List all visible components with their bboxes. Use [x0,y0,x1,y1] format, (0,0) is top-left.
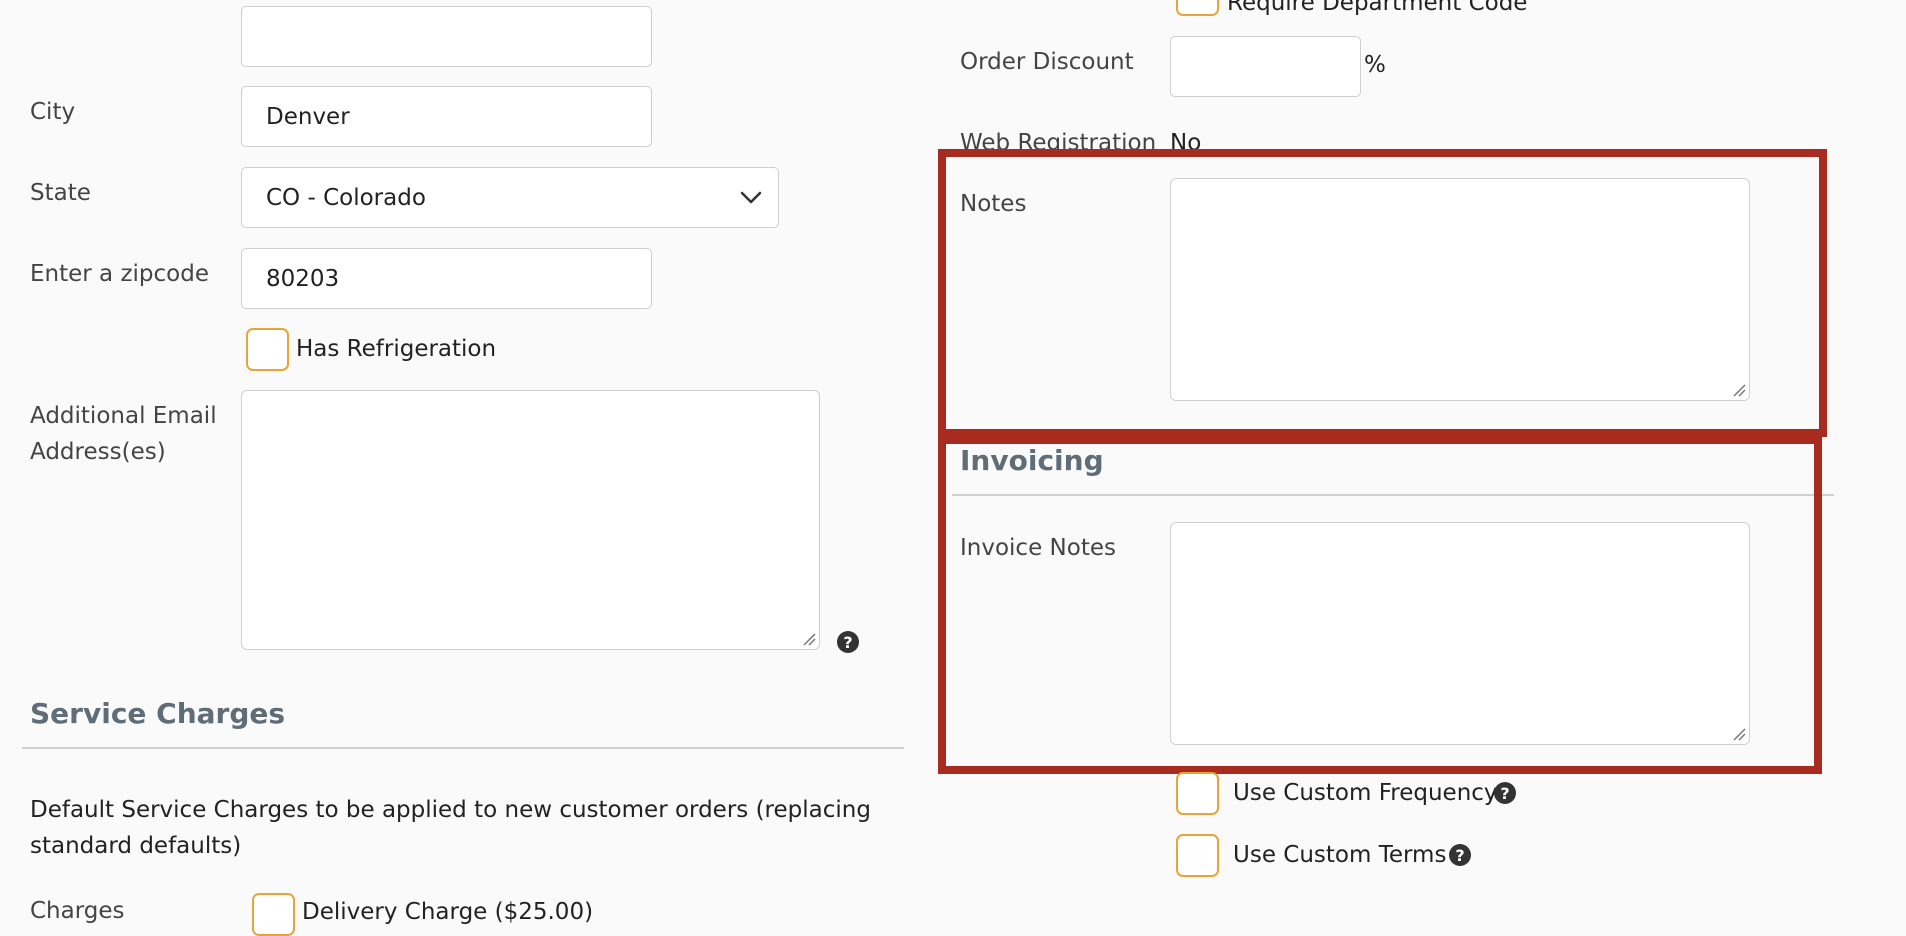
use-custom-terms-label: Use Custom Terms [1233,842,1447,868]
order-discount-label: Order Discount [960,49,1134,75]
address-line-2-input[interactable] [241,6,652,67]
order-discount-unit: % [1364,52,1386,78]
state-select[interactable]: CO - Colorado [241,167,779,228]
resize-handle-icon[interactable] [802,632,816,646]
chevron-down-icon [740,191,762,205]
delivery-charge-checkbox[interactable] [252,893,295,936]
question-circle-icon[interactable]: ? [837,631,859,653]
zipcode-input[interactable]: 80203 [241,248,652,309]
city-input[interactable]: Denver [241,86,652,147]
additional-email-label-line1: Additional Email [30,403,217,429]
service-charges-description-line1: Default Service Charges to be applied to… [30,797,871,823]
use-custom-frequency-label: Use Custom Frequency [1233,780,1498,806]
invoicing-highlight-box [938,436,1822,774]
charges-label: Charges [30,898,125,924]
additional-email-label: Additional Email Address(es) [30,398,217,470]
require-department-code-checkbox[interactable] [1176,0,1219,16]
service-charges-heading: Service Charges [30,697,286,730]
notes-highlight-box [938,149,1827,437]
has-refrigeration-label: Has Refrigeration [296,336,497,362]
additional-email-textarea[interactable] [241,390,820,650]
use-custom-terms-checkbox[interactable] [1176,834,1219,877]
state-label: State [30,180,91,206]
question-circle-icon[interactable]: ? [1494,782,1516,804]
service-charges-description: Default Service Charges to be applied to… [30,792,871,864]
question-circle-icon[interactable]: ? [1449,844,1471,866]
use-custom-frequency-checkbox[interactable] [1176,772,1219,815]
delivery-charge-label: Delivery Charge ($25.00) [302,899,594,925]
has-refrigeration-checkbox[interactable] [246,328,289,371]
city-label: City [30,99,76,125]
zipcode-label: Enter a zipcode [30,261,209,287]
service-charges-divider [22,747,904,749]
additional-email-label-line2: Address(es) [30,439,166,465]
service-charges-description-line2: standard defaults) [30,833,242,859]
state-select-value: CO - Colorado [266,184,426,211]
order-discount-input[interactable] [1170,36,1361,97]
require-department-code-label: Require Department Code [1227,0,1528,16]
